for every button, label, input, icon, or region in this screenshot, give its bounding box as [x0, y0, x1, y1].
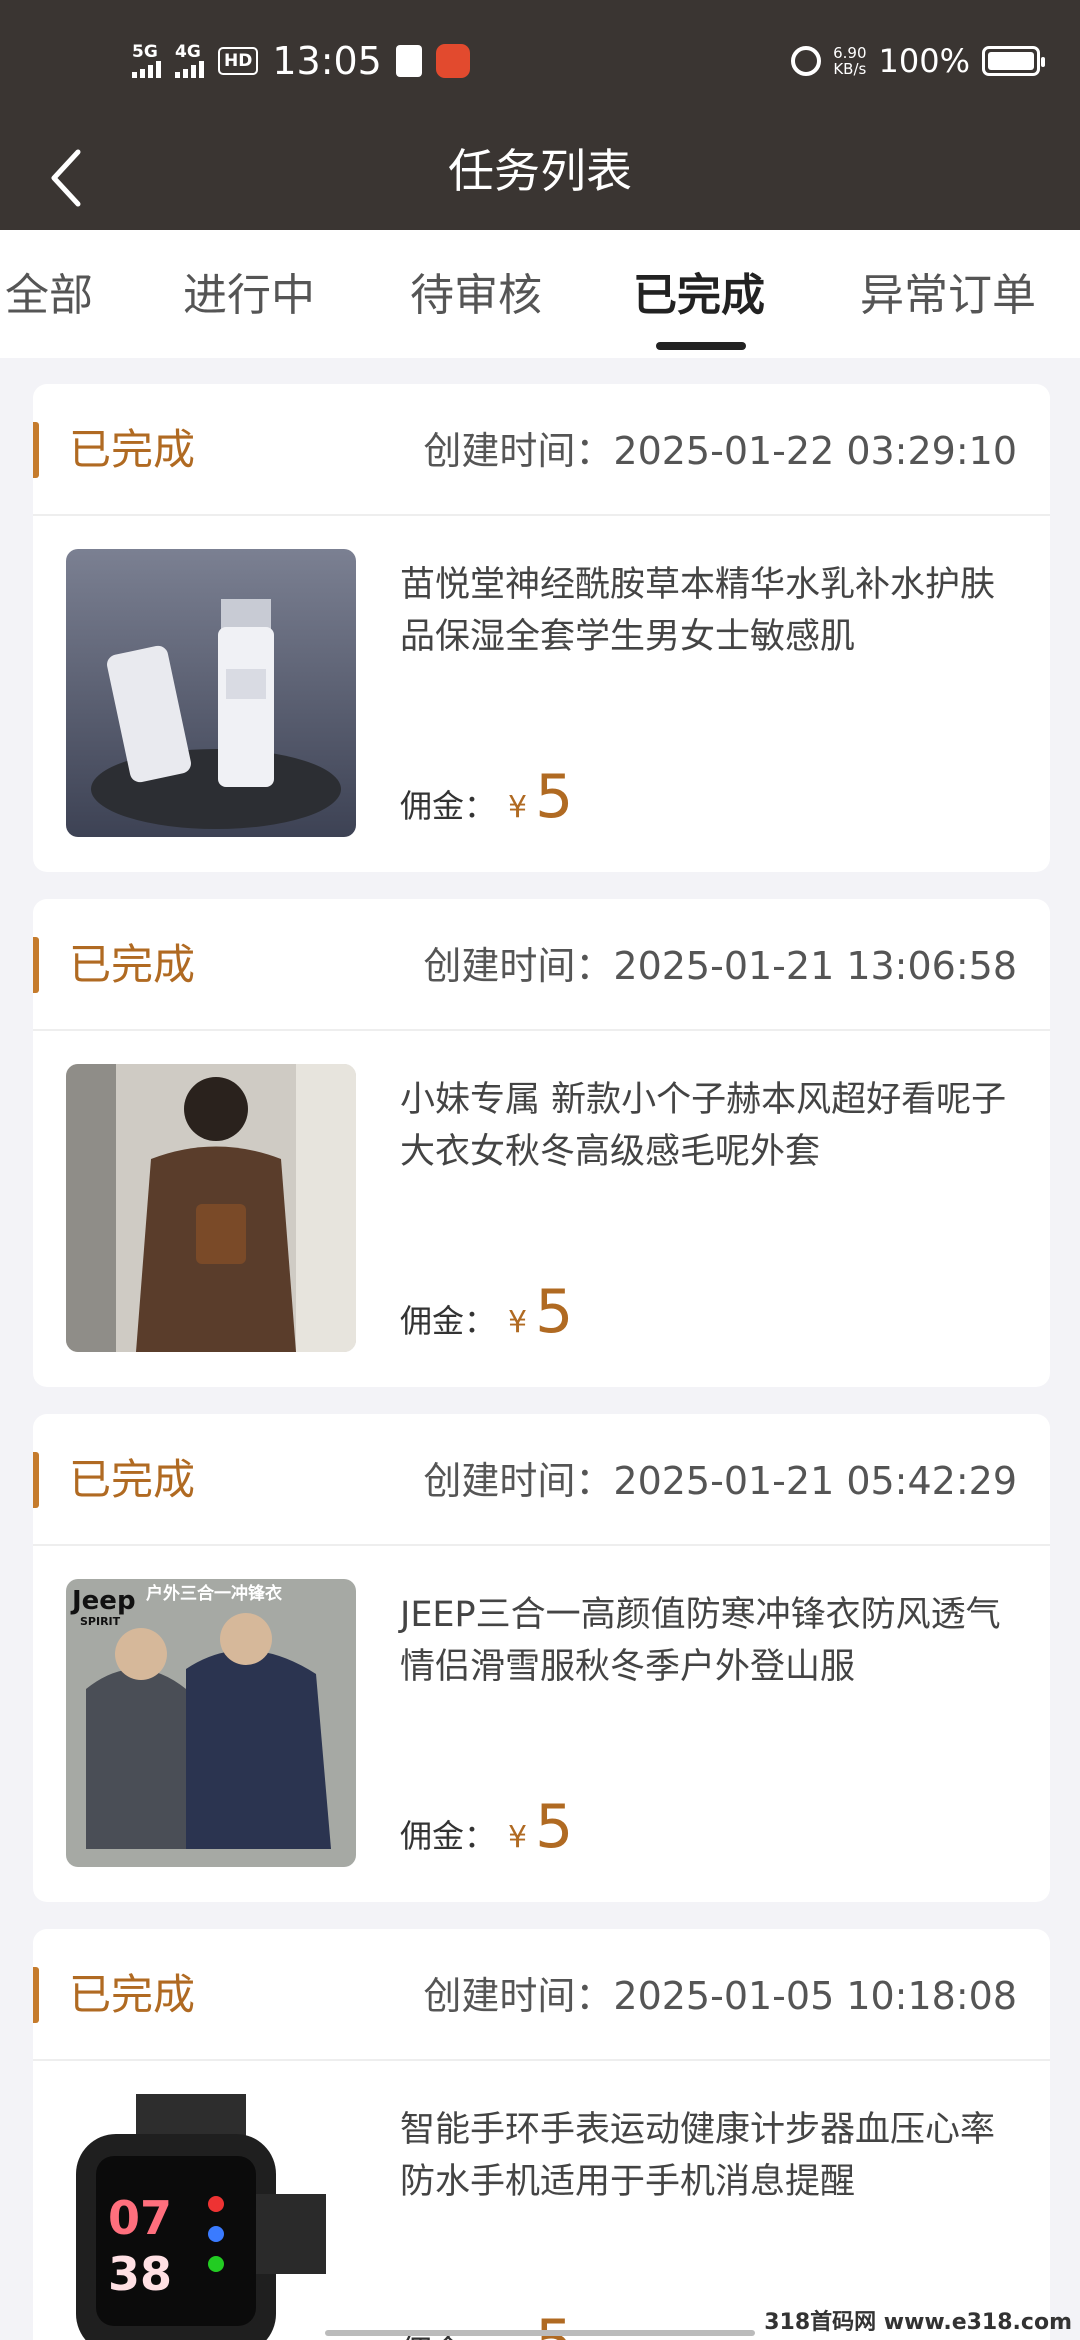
order-card[interactable]: 已完成 创建时间：2025-01-21 05:42:29 Jeep SPIRIT… [33, 1414, 1050, 1902]
order-status: 已完成 [69, 425, 196, 474]
order-status: 已完成 [69, 1455, 196, 1504]
commission: 佣金： ¥ 5 [400, 1792, 574, 1862]
created-time: 创建时间：2025-01-21 05:42:29 [423, 1459, 1017, 1503]
status-accent-bar [33, 1452, 39, 1508]
app-notification-icon [435, 44, 470, 78]
sim1-signal: 5G [132, 44, 161, 78]
battery-icon [982, 46, 1045, 76]
product-name: 小妹专属 新款小个子赫本风超好看呢子大衣女秋冬高级感毛呢外套 [400, 1080, 1007, 1172]
page-title: 任务列表 [448, 144, 632, 198]
order-card[interactable]: 已完成 创建时间：2025-01-21 13:06:58 小妹专属 新款小个子赫… [33, 899, 1050, 1387]
product-image [66, 549, 356, 837]
commission: 佣金： ¥ 5 [400, 762, 574, 832]
active-tab-indicator [656, 342, 746, 350]
thumb-title-text: 户外三合一冲锋衣 [146, 1583, 282, 1604]
alarm-icon [791, 46, 822, 76]
tab-abnormal-orders[interactable]: 异常订单 [860, 266, 1036, 326]
hd-badge: HD [218, 47, 259, 75]
created-time: 创建时间：2025-01-05 10:18:08 [423, 1974, 1017, 2018]
clipboard-icon [395, 45, 422, 77]
order-status: 已完成 [69, 1970, 196, 2019]
network-speed: 6.90 KB/s [833, 44, 867, 78]
product-image: 07 38 [66, 2094, 356, 2340]
order-card[interactable]: 已完成 创建时间：2025-01-05 10:18:08 07 38 智能手环手… [33, 1929, 1050, 2340]
watermark: 318首码网 www.e318.com [764, 2310, 1072, 2335]
status-accent-bar [33, 422, 39, 478]
product-name: JEEP三合一高颜值防寒冲锋衣防风透气情侣滑雪服秋冬季户外登山服 [400, 1595, 1001, 1687]
tab-bar: 全部 进行中 待审核 已完成 异常订单 [0, 230, 1080, 358]
created-time: 创建时间：2025-01-21 13:06:58 [423, 944, 1017, 988]
tab-completed[interactable]: 已完成 [633, 266, 765, 326]
status-bar: 5G 4G HD 13:05 6.90 KB/s 100% [0, 0, 1080, 120]
tab-all[interactable]: 全部 [5, 266, 93, 326]
sim2-signal: 4G [175, 44, 204, 78]
app-header: 5G 4G HD 13:05 6.90 KB/s 100% 任务列表 [0, 0, 1080, 230]
battery-percent: 100% [878, 42, 970, 80]
created-time: 创建时间：2025-01-22 03:29:10 [423, 429, 1017, 473]
order-card[interactable]: 已完成 创建时间：2025-01-22 03:29:10 苗悦堂神经酰胺草本精华… [33, 384, 1050, 872]
tab-pending-review[interactable]: 待审核 [410, 266, 542, 326]
thumb-sub-text: SPIRIT [80, 1615, 121, 1628]
watch-minute: 38 [108, 2247, 172, 2301]
product-image: Jeep SPIRIT 户外三合一冲锋衣 [66, 1579, 356, 1867]
product-name: 智能手环手表运动健康计步器血压心率防水手机适用于手机消息提醒 [400, 2110, 996, 2202]
product-name: 苗悦堂神经酰胺草本精华水乳补水护肤品保湿全套学生男女士敏感肌 [400, 565, 996, 657]
order-status: 已完成 [69, 940, 196, 989]
thumb-brand-text: Jeep [70, 1586, 136, 1616]
status-accent-bar [33, 1967, 39, 2023]
product-image [66, 1064, 356, 1352]
watch-hour: 07 [108, 2191, 172, 2245]
tab-in-progress[interactable]: 进行中 [183, 266, 315, 326]
commission: 佣金： ¥ 5 [400, 1277, 574, 1347]
clock: 13:05 [272, 39, 382, 83]
home-indicator[interactable] [325, 2330, 755, 2336]
status-accent-bar [33, 937, 39, 993]
